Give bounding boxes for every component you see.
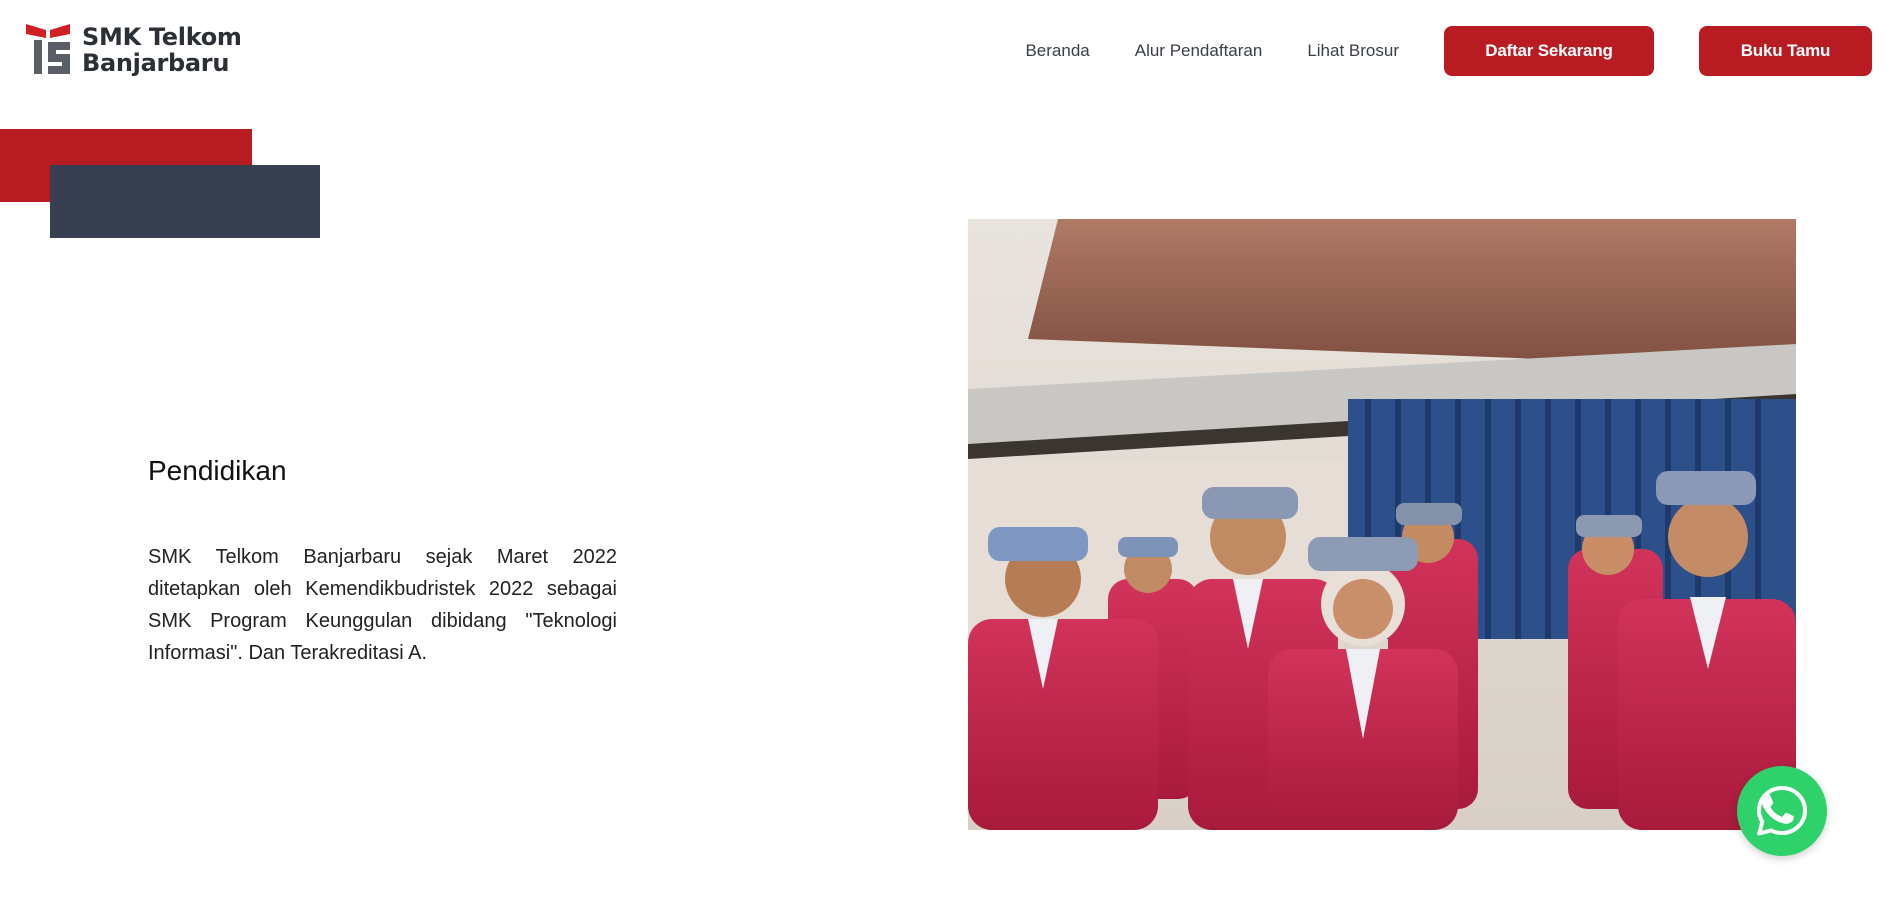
brand-logo[interactable]: SMK Telkom Banjarbaru xyxy=(26,24,242,76)
site-header: SMK Telkom Banjarbaru Beranda Alur Penda… xyxy=(0,0,1892,102)
brand-name-line2: Banjarbaru xyxy=(82,49,230,77)
whatsapp-chat-button[interactable] xyxy=(1737,766,1827,856)
buku-tamu-button[interactable]: Buku Tamu xyxy=(1699,26,1872,76)
nav-link-lihat-brosur[interactable]: Lihat Brosur xyxy=(1307,41,1399,61)
students-photo xyxy=(968,219,1796,830)
students-photo-illustration xyxy=(968,219,1796,830)
nav-link-alur-pendaftaran[interactable]: Alur Pendaftaran xyxy=(1135,41,1263,61)
nav-link-beranda[interactable]: Beranda xyxy=(1025,41,1089,61)
smk-telkom-logo-icon xyxy=(26,24,70,74)
daftar-sekarang-button[interactable]: Daftar Sekarang xyxy=(1444,26,1654,76)
brand-name-line1: SMK Telkom xyxy=(82,23,242,51)
whatsapp-icon xyxy=(1757,786,1807,836)
decorative-slate-block xyxy=(50,165,320,238)
section-title: Pendidikan xyxy=(148,455,287,486)
brand-name: SMK Telkom Banjarbaru xyxy=(82,24,242,76)
main-nav: Beranda Alur Pendaftaran Lihat Brosur Da… xyxy=(1025,26,1872,76)
section-description: SMK Telkom Banjarbaru sejak Maret 2022 d… xyxy=(148,546,617,664)
